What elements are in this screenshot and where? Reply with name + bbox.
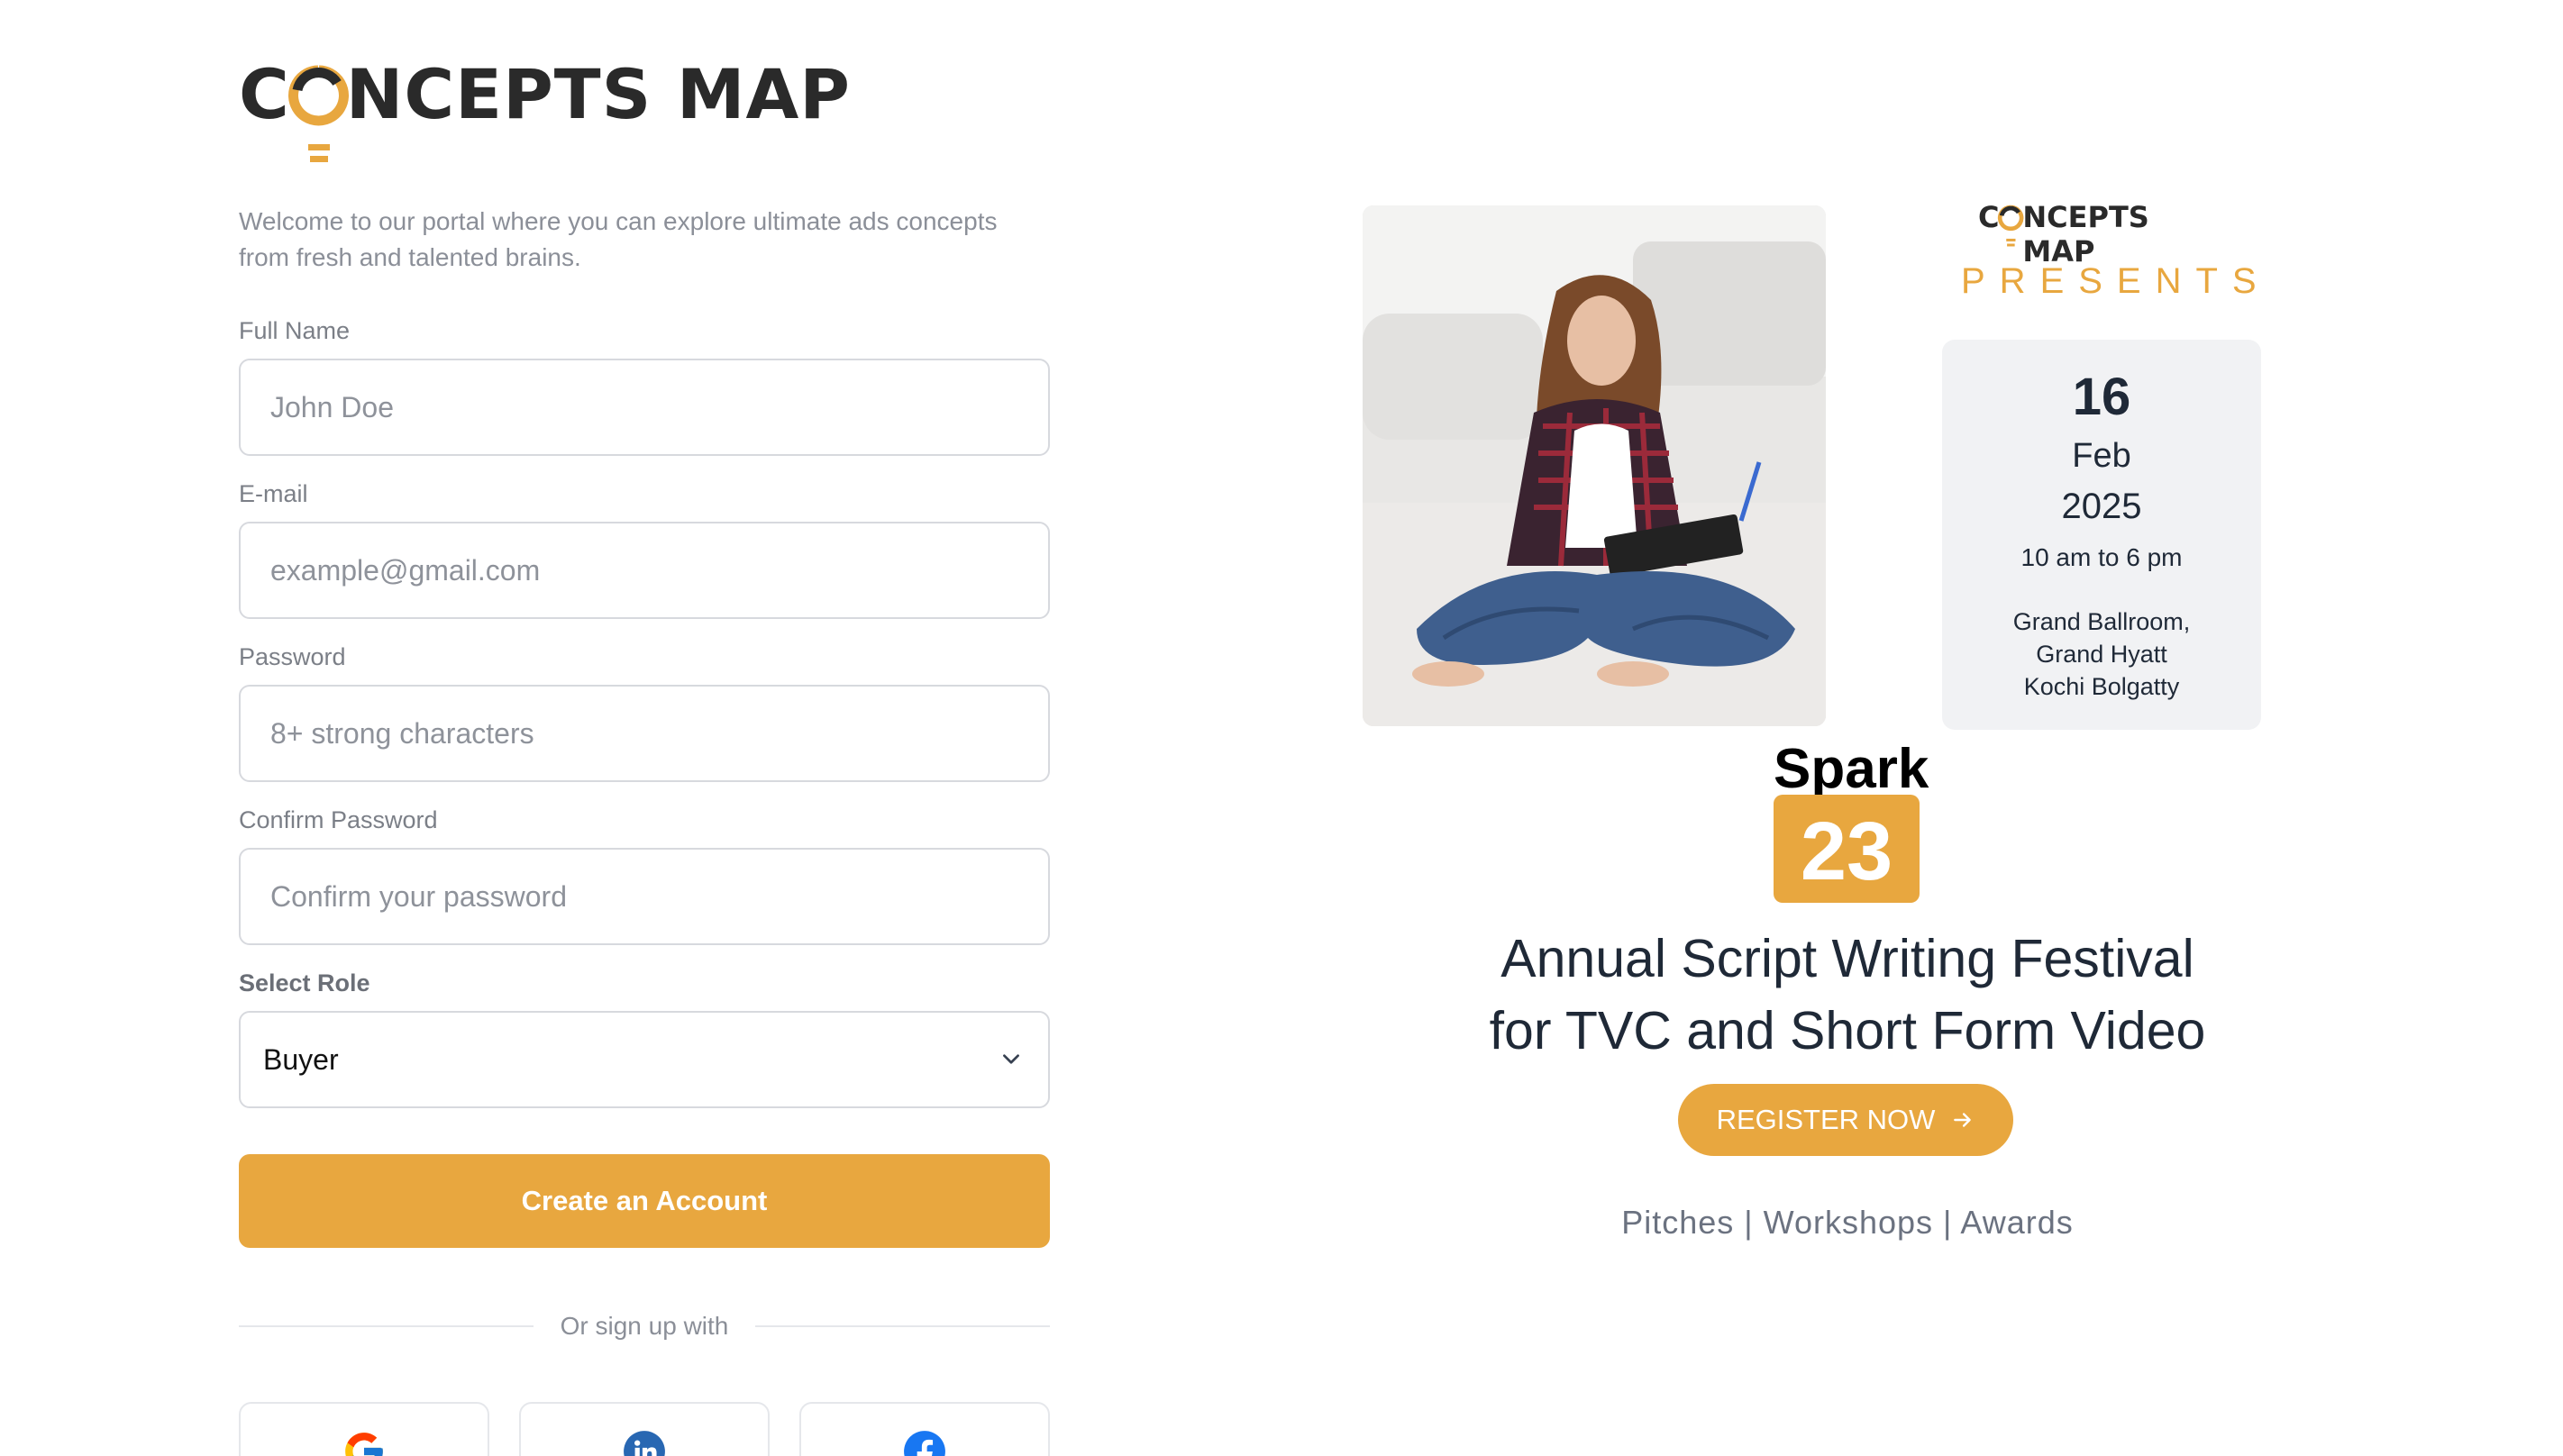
logo-text: NCEPTS MAP: [2022, 200, 2149, 268]
password-input[interactable]: 8+ strong characters: [239, 685, 1050, 782]
headline-line: Annual Script Writing Festival: [1500, 929, 2194, 988]
event-headline: Annual Script Writing Festival for TVC a…: [1442, 923, 2253, 1067]
google-signup-button[interactable]: [239, 1402, 489, 1456]
email-placeholder: example@gmail.com: [270, 553, 541, 587]
logo-letter: C: [239, 54, 290, 134]
linkedin-icon: [624, 1431, 665, 1456]
email-input[interactable]: example@gmail.com: [239, 522, 1050, 619]
email-label: E-mail: [239, 480, 308, 507]
event-tags: Pitches | Workshops | Awards: [1621, 1204, 2074, 1241]
register-now-button[interactable]: REGISTER NOW: [1678, 1084, 2013, 1156]
event-time: 10 am to 6 pm: [2020, 543, 2183, 571]
password-placeholder: 8+ strong characters: [270, 716, 534, 750]
brand-logo: C NCEPTS MAP: [239, 54, 851, 171]
logo-letter: C: [1978, 200, 2000, 234]
password-label: Password: [239, 643, 346, 670]
venue-line: Grand Ballroom,: [2012, 608, 2191, 635]
event-month: Feb: [2072, 437, 2131, 475]
confirm-password-placeholder: Confirm your password: [270, 879, 567, 913]
bulb-icon: [287, 65, 349, 162]
register-label: REGISTER NOW: [1716, 1104, 1936, 1135]
event-date-card: 16 Feb 2025 10 am to 6 pm Grand Ballroom…: [1942, 340, 2261, 730]
event-brand-logo: C NCEPTS MAP: [1978, 200, 2230, 268]
chevron-down-icon: [1003, 1054, 1019, 1064]
social-divider: Or sign up with: [239, 1308, 1050, 1344]
role-select[interactable]: Buyer: [239, 1011, 1050, 1108]
confirm-password-label: Confirm Password: [239, 806, 438, 833]
full-name-placeholder: John Doe: [270, 390, 394, 423]
presents-label: PRESENTS: [1961, 261, 2271, 301]
role-value: Buyer: [263, 1042, 339, 1076]
headline-line: for TVC and Short Form Video: [1489, 1001, 2206, 1060]
linkedin-signup-button[interactable]: [519, 1402, 770, 1456]
divider-line: [755, 1325, 1050, 1327]
create-account-button[interactable]: Create an Account: [239, 1154, 1050, 1248]
full-name-input[interactable]: John Doe: [239, 359, 1050, 456]
confirm-password-input[interactable]: Confirm your password: [239, 848, 1050, 945]
venue-line: Grand Hyatt: [2036, 641, 2167, 668]
woman-writing-image: [1363, 205, 1826, 726]
welcome-text: Welcome to our portal where you can expl…: [239, 207, 998, 271]
divider-line: [239, 1325, 534, 1327]
event-day: 16: [2072, 368, 2131, 426]
divider-text: Or sign up with: [560, 1312, 729, 1340]
role-label: Select Role: [239, 969, 370, 996]
logo-text: NCEPTS MAP: [345, 54, 851, 134]
event-photo: [1363, 205, 1826, 726]
full-name-label: Full Name: [239, 317, 351, 344]
facebook-icon: [904, 1431, 945, 1456]
spark-word: Spark: [1774, 738, 1929, 800]
facebook-signup-button[interactable]: [799, 1402, 1050, 1456]
google-icon: [345, 1433, 383, 1456]
venue-line: Kochi Bolgatty: [2023, 673, 2180, 700]
spark-number-badge: 23: [1774, 795, 1920, 903]
event-year: 2025: [2061, 487, 2142, 526]
arrow-right-icon: [1954, 1113, 1972, 1127]
event-venue: Grand Ballroom, Grand Hyatt Kochi Bolgat…: [1942, 605, 2261, 703]
bulb-icon: [1998, 205, 2024, 247]
